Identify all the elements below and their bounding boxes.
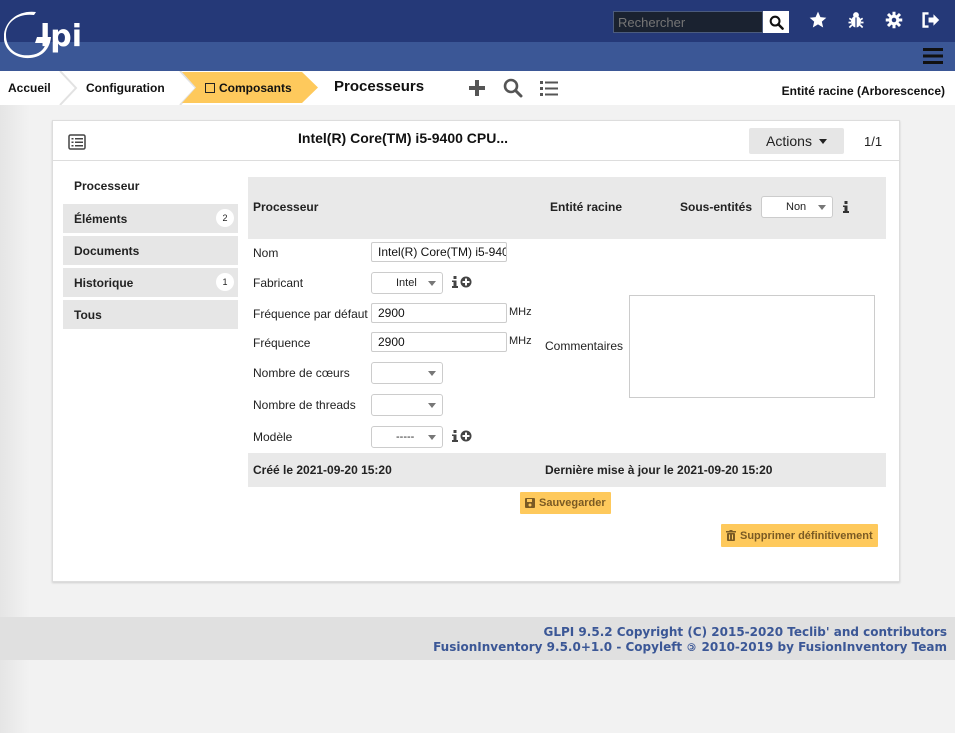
count-badge: 2	[216, 209, 234, 227]
section-title: Processeur	[253, 200, 319, 214]
nom-label: Nom	[253, 246, 279, 260]
copyleft-icon: ©	[686, 641, 698, 654]
caret-down-icon	[818, 205, 826, 210]
copyright-fusion-post: 2010-2019 by FusionInventory Team	[697, 640, 947, 654]
freq-defaut-input[interactable]: 2900	[371, 303, 507, 323]
modele-label: Modèle	[253, 430, 293, 444]
search-icon	[769, 15, 784, 30]
menu-icon[interactable]	[922, 46, 944, 66]
caret-down-icon	[818, 138, 827, 144]
glpi-logo[interactable]: lpi	[4, 8, 96, 64]
nom-input[interactable]: Intel(R) Core(TM) i5-9400	[371, 242, 507, 262]
breadcrumb-home-label: Accueil	[8, 81, 51, 95]
item-card: Intel(R) Core(TM) i5-9400 CPU... Actions…	[52, 120, 900, 582]
copyright-glpi[interactable]: GLPI 9.5.2 Copyright (C) 2015-2020 Tecli…	[544, 625, 948, 639]
tab-historique[interactable]: Historique 1	[63, 268, 238, 297]
select-value: -----	[396, 431, 415, 443]
search-button[interactable]	[763, 11, 789, 33]
freq-defaut-unit: MHz	[509, 306, 532, 318]
card-header: Intel(R) Core(TM) i5-9400 CPU... Actions…	[53, 121, 899, 161]
caret-down-icon	[428, 435, 436, 440]
info-icon[interactable]	[451, 276, 459, 288]
threads-label: Nombre de threads	[253, 398, 356, 412]
list-view-icon[interactable]	[68, 134, 86, 150]
floppy-icon	[525, 498, 535, 508]
count-badge: 1	[216, 273, 234, 291]
created-date: Créé le 2021-09-20 15:20	[253, 463, 392, 477]
page-footer: GLPI 9.5.2 Copyright (C) 2015-2020 Tecli…	[0, 617, 955, 660]
breadcrumb-configuration[interactable]: Configuration	[86, 71, 165, 105]
tab-processeur[interactable]: Processeur	[63, 171, 238, 200]
tab-documents[interactable]: Documents	[63, 236, 238, 265]
delete-label: Supprimer définitivement	[740, 529, 873, 542]
sub-entities-label: Sous-entités	[680, 200, 753, 214]
svg-text:lpi: lpi	[40, 19, 82, 54]
breadcrumb-composants-label: Composants	[219, 81, 292, 95]
star-icon[interactable]	[807, 9, 829, 31]
page-title[interactable]: Processeurs	[334, 78, 424, 95]
frequence-label: Fréquence	[253, 336, 311, 350]
caret-down-icon	[428, 403, 436, 408]
copyright-fusion[interactable]: FusionInventory 9.5.0+1.0 - Copyleft © 2…	[433, 640, 947, 654]
actions-label: Actions	[766, 133, 812, 149]
comments-textarea[interactable]	[629, 295, 875, 398]
copyright-fusion-pre: FusionInventory 9.5.0+1.0 - Copyleft	[433, 640, 687, 654]
gear-icon[interactable]	[883, 9, 905, 31]
fabricant-label: Fabricant	[253, 276, 304, 290]
fabricant-select[interactable]: Intel	[371, 272, 443, 294]
pager: 1/1	[864, 134, 883, 149]
coeurs-select[interactable]	[371, 362, 443, 384]
info-icon[interactable]	[842, 201, 850, 213]
breadcrumb-home[interactable]: Accueil	[8, 71, 51, 105]
sub-entities-select[interactable]: Non	[761, 196, 833, 218]
logout-icon[interactable]	[920, 9, 942, 31]
caret-down-icon	[428, 371, 436, 376]
save-label: Sauvegarder	[539, 497, 606, 509]
select-value: Intel	[396, 277, 417, 289]
modele-select[interactable]: -----	[371, 426, 443, 448]
bug-icon[interactable]	[845, 9, 867, 31]
add-circle-icon[interactable]	[460, 430, 472, 442]
caret-down-icon	[428, 281, 436, 286]
save-button[interactable]: Sauvegarder	[520, 492, 611, 514]
coeurs-label: Nombre de cœurs	[253, 366, 350, 380]
tab-elements[interactable]: Éléments 2	[63, 204, 238, 233]
add-icon[interactable]	[466, 78, 488, 98]
tab-label: Documents	[74, 243, 140, 258]
add-circle-icon[interactable]	[460, 276, 472, 288]
select-value: Non	[786, 201, 807, 213]
frequence-input[interactable]: 2900	[371, 332, 507, 352]
tab-label: Éléments	[74, 211, 128, 226]
comments-label: Commentaires	[545, 339, 624, 353]
search-input[interactable]	[613, 11, 763, 33]
info-icon[interactable]	[451, 430, 459, 442]
entity-label: Entité racine	[550, 200, 623, 214]
frequence-unit: MHz	[509, 335, 532, 347]
breadcrumb-configuration-label: Configuration	[86, 81, 165, 95]
tab-tous[interactable]: Tous	[63, 300, 238, 329]
search-list-icon[interactable]	[502, 78, 524, 98]
delete-button[interactable]: Supprimer définitivement	[721, 524, 878, 547]
sub-header	[0, 42, 955, 71]
threads-select[interactable]	[371, 394, 443, 416]
trash-icon	[726, 530, 736, 541]
freq-defaut-label: Fréquence par défaut	[253, 307, 368, 321]
actions-button[interactable]: Actions	[749, 128, 844, 154]
square-icon	[205, 83, 215, 93]
tab-label: Historique	[74, 275, 134, 290]
item-title: Intel(R) Core(TM) i5-9400 CPU...	[298, 130, 509, 146]
tab-label: Tous	[74, 307, 102, 322]
updated-date: Dernière mise à jour le 2021-09-20 15:20	[545, 463, 773, 477]
list-icon[interactable]	[538, 78, 560, 98]
entity-selector[interactable]: Entité racine (Arborescence)	[782, 84, 945, 98]
tab-label: Processeur	[74, 178, 140, 193]
breadcrumb-composants[interactable]: Composants	[205, 71, 292, 105]
